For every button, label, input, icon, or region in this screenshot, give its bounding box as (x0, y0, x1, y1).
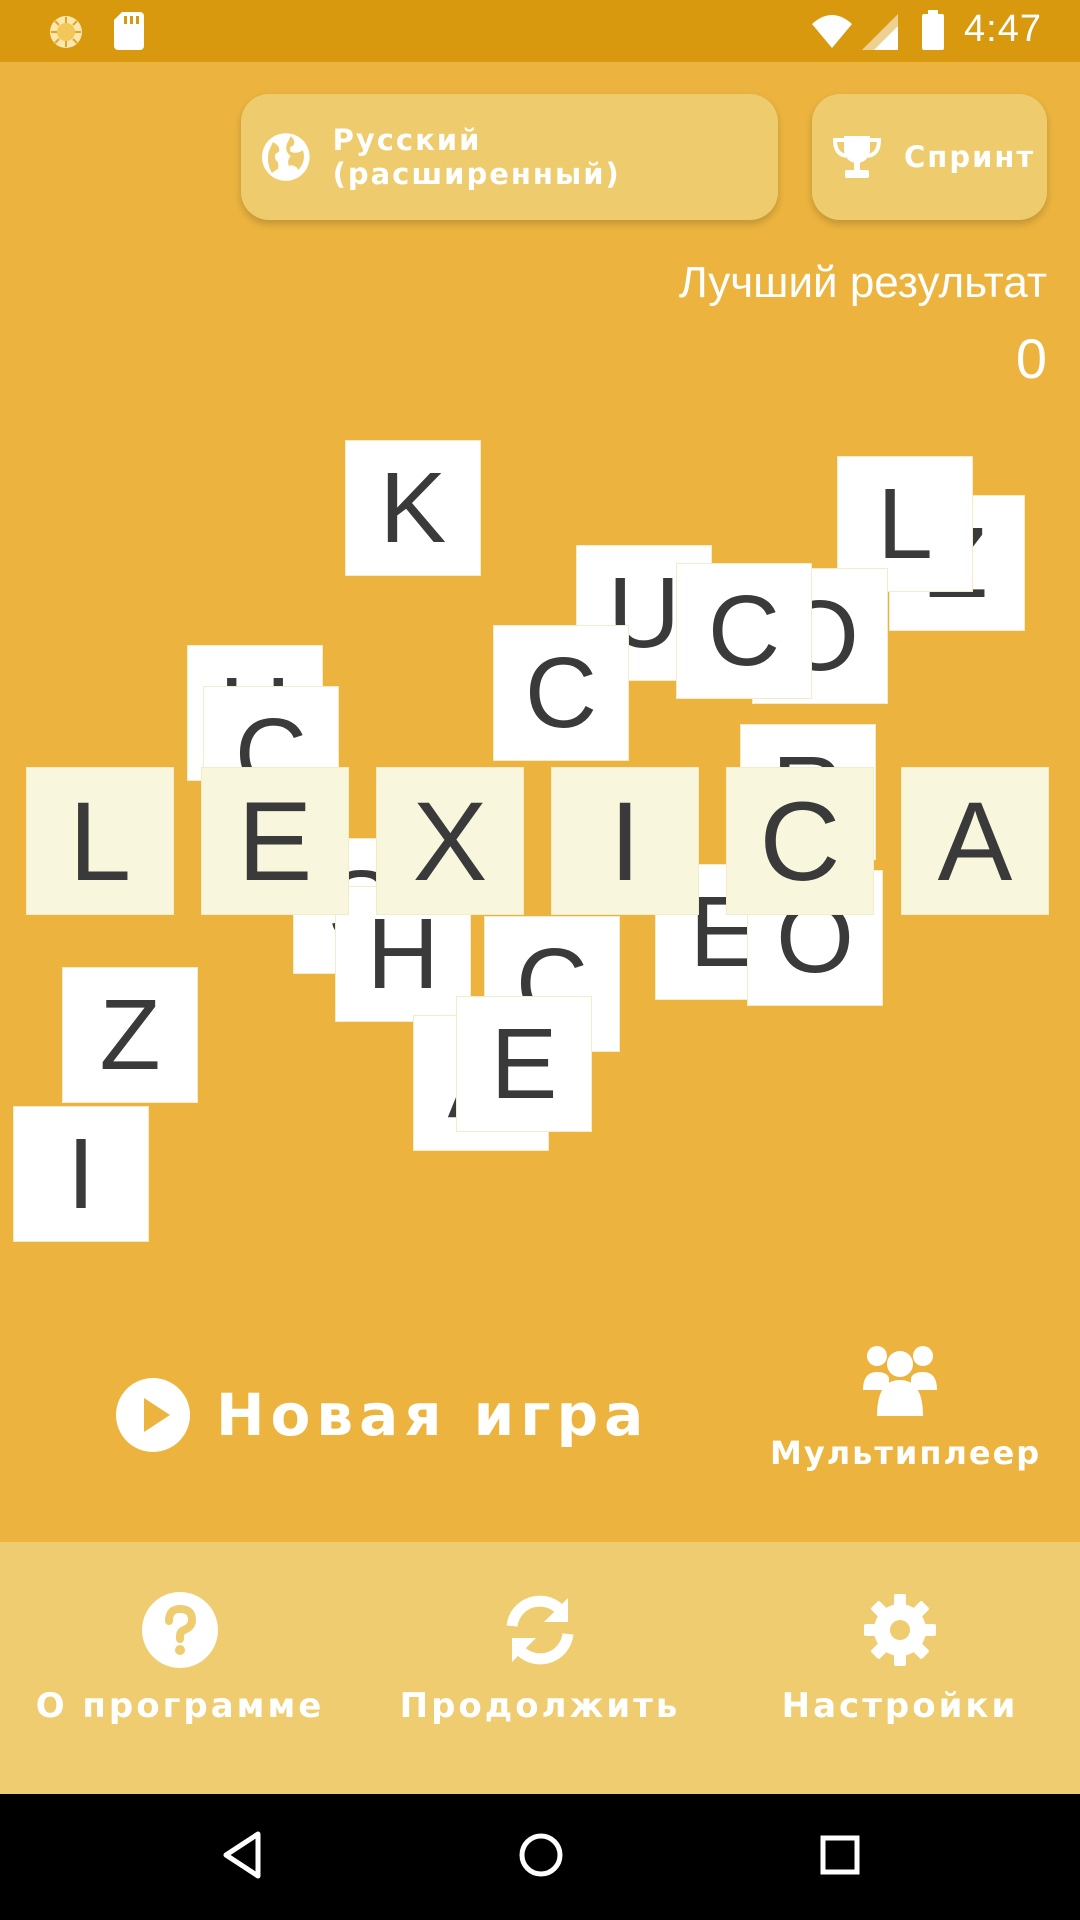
trophy-icon (832, 136, 882, 178)
language-label: Русский (расширенный) (332, 123, 621, 191)
battery-icon (922, 10, 944, 50)
mode-button[interactable]: Спринт (812, 94, 1047, 220)
letter-tile: E (456, 996, 592, 1132)
new-game-label: Новая игра (216, 1381, 650, 1449)
about-label: О программе (35, 1686, 325, 1726)
letter-tile: K (345, 440, 481, 576)
settings-label: Настройки (781, 1686, 1019, 1726)
letter-tile: I (13, 1106, 149, 1242)
title-tile: A (901, 767, 1049, 915)
status-time: 4:47 (964, 8, 1042, 50)
cell-signal-icon (862, 14, 898, 50)
title-tile: E (201, 767, 349, 915)
sync-icon (506, 1595, 574, 1665)
letter-tile: Z (62, 967, 198, 1103)
new-game-button[interactable]: Новая игра (116, 1378, 649, 1452)
globe-icon (261, 133, 310, 181)
best-result-value: 0 (1015, 327, 1047, 390)
title-tile: X (376, 767, 524, 915)
best-result-label: Лучший результат (678, 258, 1047, 307)
sd-card-icon (114, 12, 144, 50)
continue-button[interactable]: Продолжить (360, 1592, 720, 1726)
multiplayer-button[interactable]: Мультиплеер (770, 1340, 1039, 1472)
bottom-menu: О программе Продолжить Настройки (0, 1542, 1080, 1794)
mode-label: Спринт (904, 140, 1036, 174)
about-button[interactable]: О программе (0, 1592, 360, 1726)
gear-icon (864, 1594, 936, 1666)
wifi-icon (812, 15, 852, 48)
language-button[interactable]: Русский (расширенный) (241, 94, 778, 220)
title-tile: L (26, 767, 174, 915)
recents-icon[interactable] (818, 1830, 862, 1880)
letter-tile: C (676, 563, 812, 699)
play-circle-icon (116, 1378, 190, 1452)
status-bar: 4:47 (0, 0, 1080, 62)
settings-button[interactable]: Настройки (720, 1592, 1080, 1726)
title-tile: C (726, 767, 874, 915)
multiplayer-label: Мультиплеер (770, 1434, 1042, 1472)
title-tile: I (551, 767, 699, 915)
people-group-icon (863, 1346, 937, 1416)
continue-label: Продолжить (399, 1686, 681, 1726)
sun-icon (50, 16, 82, 48)
letter-tile: C (493, 625, 629, 761)
back-icon[interactable] (220, 1830, 264, 1880)
home-icon[interactable] (518, 1830, 564, 1880)
navigation-bar (0, 1794, 1080, 1920)
help-circle-icon (142, 1592, 218, 1668)
